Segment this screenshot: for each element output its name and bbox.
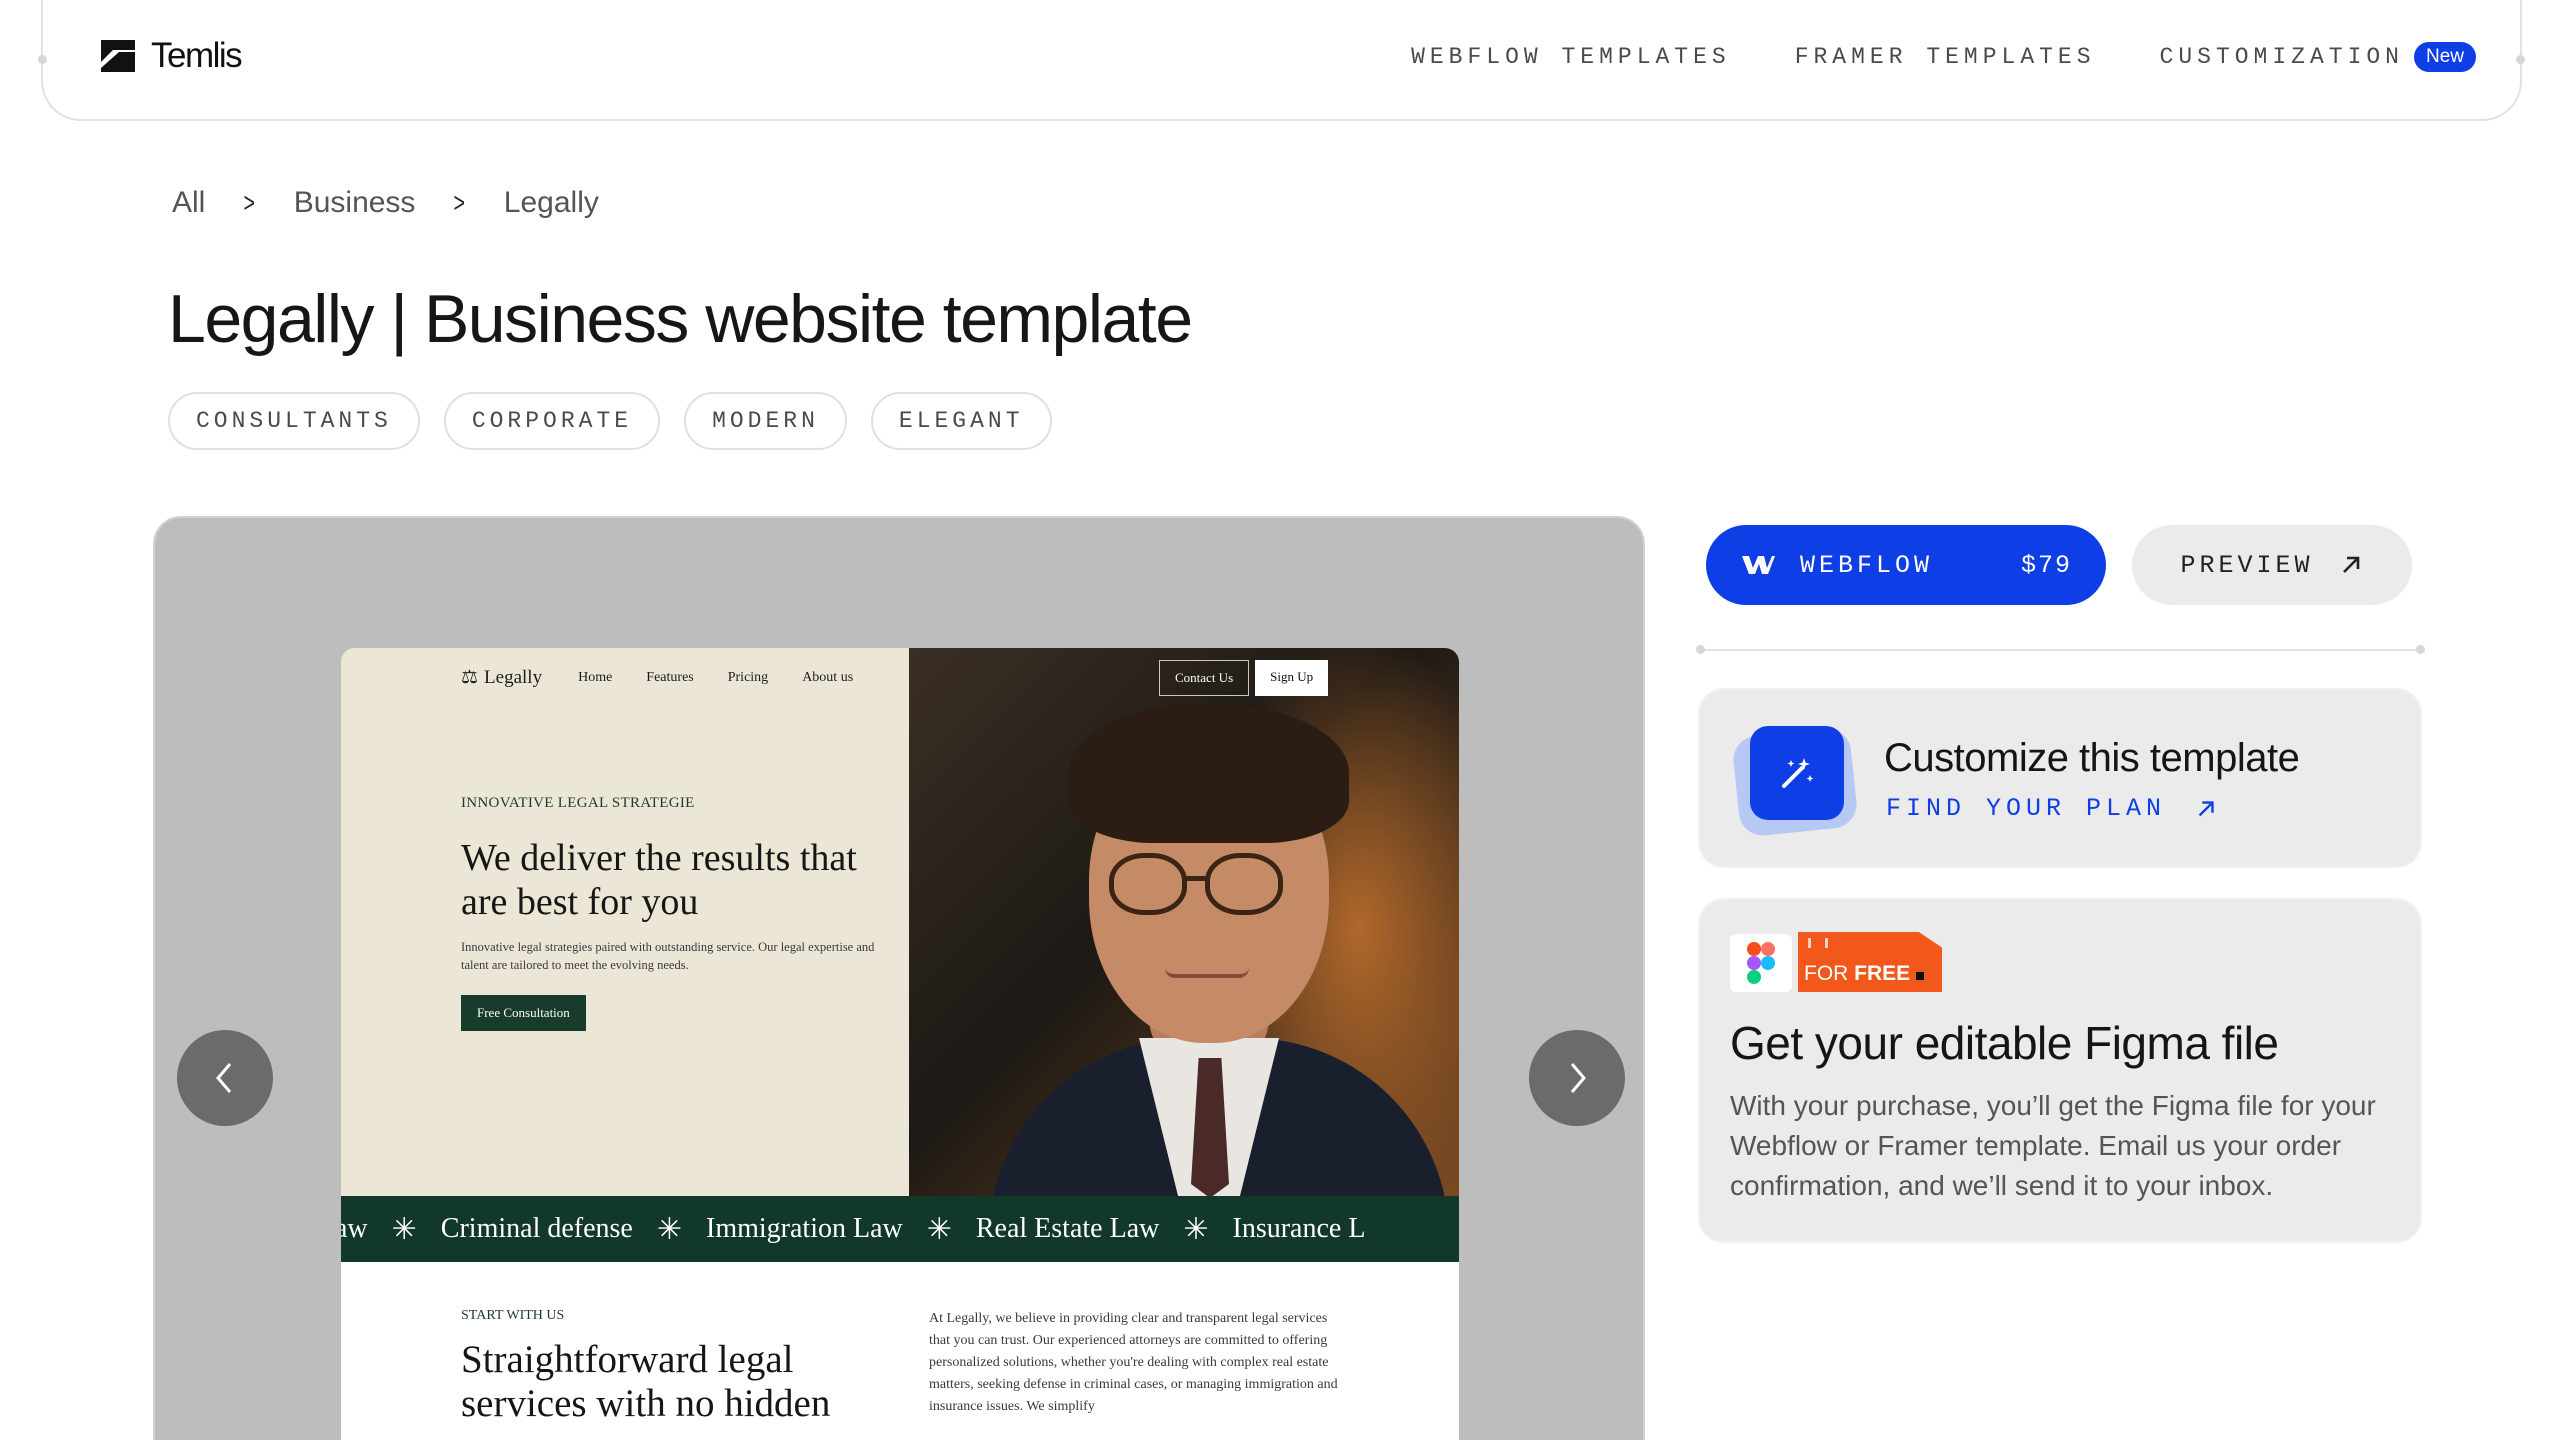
breadcrumb: All > Business > Legally <box>172 186 599 220</box>
preview-button[interactable]: PREVIEW <box>2132 525 2412 605</box>
mock-headline: We deliver the results that are best for… <box>461 837 857 923</box>
find-plan-label: FIND YOUR PLAN <box>1886 794 2167 823</box>
brand-name: Temlis <box>151 36 243 75</box>
mock-cta-button: Free Consultation <box>461 995 586 1031</box>
tag-list: CONSULTANTS CORPORATE MODERN ELEGANT <box>168 392 1052 450</box>
preview-label: PREVIEW <box>2180 550 2314 580</box>
asterisk-icon: ✳ <box>391 1212 417 1246</box>
mock-nav-features: Features <box>646 669 694 685</box>
magic-wand-icon <box>1750 726 1844 820</box>
hero-left: ⚖ Legally Home Features Pricing About us… <box>341 648 909 1196</box>
decor-dot <box>2416 645 2425 654</box>
brand-logo[interactable]: Temlis <box>97 36 243 76</box>
breadcrumb-business[interactable]: Business <box>294 186 416 220</box>
free-tag-text: FOR FREE <box>1804 962 1925 986</box>
portrait-glasses <box>1185 876 1209 881</box>
arrow-up-right-icon <box>2198 800 2214 816</box>
chevron-right-icon <box>1570 1063 1586 1093</box>
portrait-hair <box>1069 703 1349 843</box>
figma-icon <box>1730 934 1792 992</box>
purchase-actions: WEBFLOW $79 PREVIEW <box>1706 525 2412 605</box>
customize-card[interactable]: Customize this template FIND YOUR PLAN <box>1698 688 2422 868</box>
marquee-item: Criminal defense <box>440 1213 633 1244</box>
breadcrumb-current: Legally <box>503 186 599 219</box>
figma-card-body: With your purchase, you’ll get the Figma… <box>1730 1090 2376 1201</box>
breadcrumb-all[interactable]: All <box>172 186 205 220</box>
template-preview-carousel: ⚖ Legally Home Features Pricing About us… <box>153 516 1645 1440</box>
magic-wand-badge <box>1731 726 1859 838</box>
for-free-tag: FOR FREE <box>1798 932 1942 992</box>
figma-file-card: FOR FREE Get your editable Figma file Wi… <box>1698 898 2422 1243</box>
top-navbar: Temlis WEBFLOW TEMPLATES FRAMER TEMPLATE… <box>38 0 2525 121</box>
practice-area-marquee: aw ✳ Criminal defense ✳ Immigration Law … <box>341 1196 1459 1262</box>
nav-framer-templates[interactable]: FRAMER TEMPLATES <box>1795 44 2096 70</box>
mock-nav-about: About us <box>802 669 854 685</box>
asterisk-icon: ✳ <box>656 1212 682 1246</box>
marquee-item: Real Estate Law <box>975 1213 1160 1244</box>
nav-webflow-templates[interactable]: WEBFLOW TEMPLATES <box>1411 44 1731 70</box>
page-title: Legally | Business website template <box>168 281 1193 357</box>
find-plan-link[interactable]: FIND YOUR PLAN <box>1886 794 2218 823</box>
portrait-glasses <box>1205 853 1283 915</box>
decor-dot <box>1696 645 1705 654</box>
chevron-left-icon <box>216 1063 232 1093</box>
ticket-decor <box>1808 938 1828 948</box>
asterisk-icon: ✳ <box>926 1212 952 1246</box>
price-label: $79 <box>2020 550 2072 580</box>
mock-contact-button: Contact Us <box>1159 660 1250 696</box>
mock-header-buttons: Contact Us Sign Up <box>1159 660 1329 696</box>
magic-wand-icon <box>1782 758 1814 788</box>
chevron-right-icon: > <box>243 187 256 218</box>
decor-dot <box>2516 55 2525 64</box>
main-nav: WEBFLOW TEMPLATES FRAMER TEMPLATES CUSTO… <box>1347 42 2476 72</box>
hero-portrait <box>909 648 1459 1196</box>
carousel-prev-button[interactable] <box>177 1030 273 1126</box>
portrait-glasses <box>1109 853 1187 915</box>
decor-dot <box>38 55 47 64</box>
new-badge: New <box>2413 42 2476 72</box>
mock-logo-text: Legally <box>484 666 543 688</box>
free-tag-free: FREE <box>1854 962 1911 985</box>
asterisk-icon: ✳ <box>1183 1212 1209 1246</box>
mock-nav-home: Home <box>578 669 613 685</box>
tag-elegant[interactable]: ELEGANT <box>870 392 1052 450</box>
mock-nav-pricing: Pricing <box>727 669 769 685</box>
tag-modern[interactable]: MODERN <box>684 392 847 450</box>
mock-signup-button: Sign Up <box>1255 660 1329 696</box>
square-dot <box>1916 972 1925 980</box>
mock-eyebrow: INNOVATIVE LEGAL STRATEGIE <box>461 795 695 811</box>
mock-logo: ⚖ Legally <box>461 666 542 689</box>
customize-title: Customize this template <box>1884 736 2300 780</box>
nav-customization-label: CUSTOMIZATION <box>2159 44 2404 71</box>
chevron-right-icon: > <box>453 187 466 218</box>
buy-webflow-label: WEBFLOW <box>1800 550 1934 580</box>
arrow-up-right-icon <box>2342 556 2359 573</box>
marquee-item: Immigration Law <box>706 1213 903 1244</box>
marquee-item: Insurance L <box>1232 1213 1366 1244</box>
portrait-mouth <box>1165 968 1249 978</box>
free-tag-for: FOR <box>1804 962 1849 985</box>
tag-consultants[interactable]: CONSULTANTS <box>168 392 420 450</box>
tag-corporate[interactable]: CORPORATE <box>443 392 661 450</box>
figma-logo-icon <box>1747 942 1775 984</box>
carousel-next-button[interactable] <box>1529 1030 1625 1126</box>
mock-section-headline: Straightforward legal services with no h… <box>461 1338 831 1425</box>
divider <box>1701 649 2421 651</box>
mock-subtext: Innovative legal strategies paired with … <box>461 940 875 972</box>
marquee-item: aw <box>341 1213 368 1244</box>
webflow-icon <box>1742 556 1775 574</box>
buy-webflow-button[interactable]: WEBFLOW $79 <box>1706 525 2106 605</box>
mock-section-eyebrow: START WITH US <box>461 1308 565 1323</box>
mock-navbar: ⚖ Legally Home Features Pricing About us <box>461 666 887 689</box>
template-screenshot: ⚖ Legally Home Features Pricing About us… <box>341 648 1459 1440</box>
nav-customization[interactable]: CUSTOMIZATION New <box>2160 42 2476 72</box>
figma-card-title: Get your editable Figma file <box>1730 1017 2279 1069</box>
scales-icon: ⚖ <box>461 667 479 688</box>
mock-section-body: At Legally, we believe in providing clea… <box>929 1311 1338 1414</box>
temlis-logo-icon <box>101 40 135 72</box>
